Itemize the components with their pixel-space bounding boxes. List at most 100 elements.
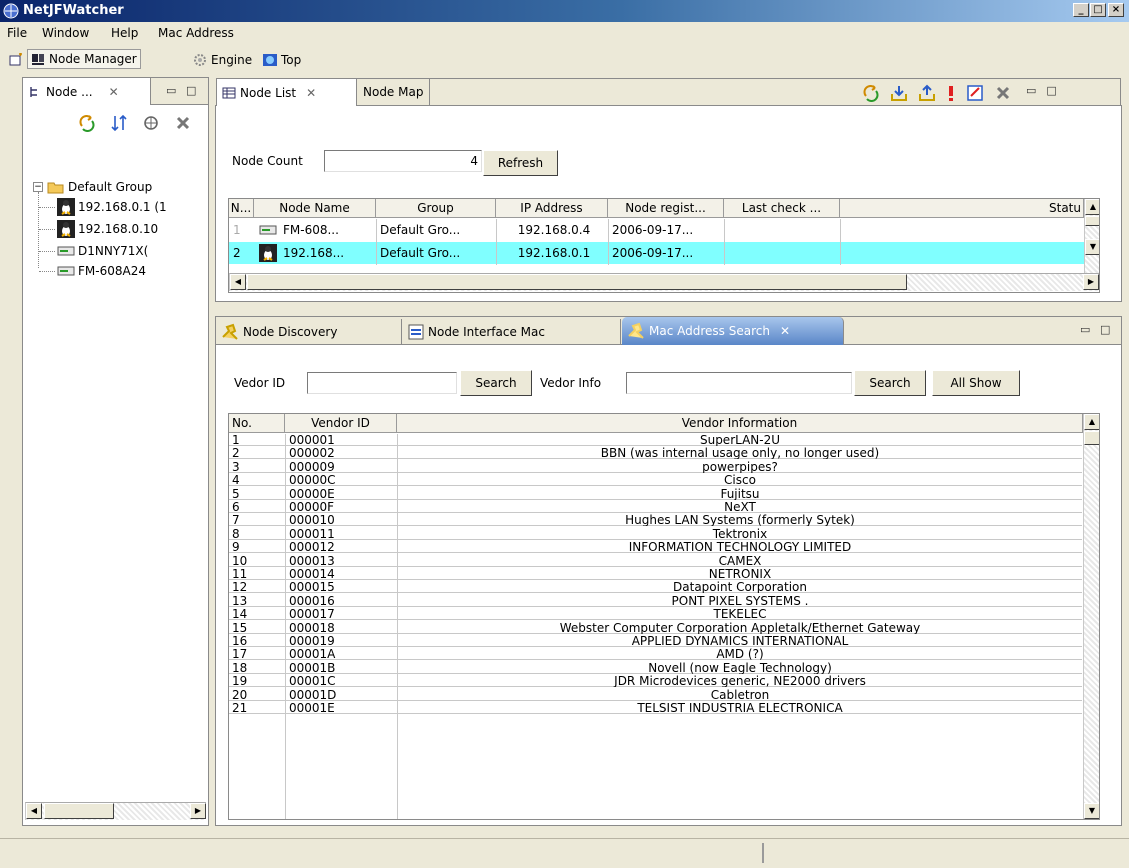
tree-node-label: 192.168.0.10 <box>78 222 159 236</box>
tab-node-interface-mac[interactable]: Node Interface Mac <box>403 319 621 345</box>
scroll-up-button[interactable]: ▲ <box>1085 199 1099 215</box>
table-row[interactable]: 9 000012 INFORMATION TECHNOLOGY LIMITED <box>229 541 1082 554</box>
col-vendor-no[interactable]: No. <box>229 414 285 433</box>
tree-node-item[interactable]: FM-608A24 <box>39 262 146 280</box>
tab-close-icon[interactable]: ✕ <box>109 85 119 99</box>
perspective-engine[interactable]: Engine <box>190 50 255 70</box>
menu-file[interactable]: File <box>7 26 27 40</box>
table-row[interactable]: 6 00000F NeXT <box>229 501 1082 513</box>
table-row[interactable]: 7 000010 Hughes LAN Systems (formerly Syte… <box>229 514 1082 527</box>
tree-node-item[interactable]: D1NNY71X( <box>39 242 148 260</box>
scroll-thumb[interactable] <box>1084 431 1099 445</box>
vendor-id-search-button[interactable]: Search <box>460 370 532 396</box>
table-row[interactable]: 5 00000E Fujitsu <box>229 488 1082 500</box>
vendor-id-input[interactable] <box>307 372 457 394</box>
collapse-icon[interactable]: − <box>33 182 43 192</box>
delete-icon[interactable] <box>174 114 192 132</box>
node-list-horizontal-scrollbar[interactable]: ◀ ▶ <box>229 273 1099 291</box>
table-row[interactable]: 1 000001 SuperLAN-2U <box>229 434 1082 446</box>
export-icon[interactable] <box>918 84 936 102</box>
tree-node-item[interactable]: 192.168.0.1 (1 <box>39 198 167 216</box>
network-icon[interactable] <box>142 114 160 132</box>
vendor-info-input[interactable] <box>626 372 852 394</box>
table-row[interactable]: 2 000002 BBN (was internal usage only, no … <box>229 447 1082 460</box>
table-row[interactable]: 11 000014 NETRONIX <box>229 568 1082 580</box>
minimize-view-icon[interactable]: ▭ <box>1080 323 1090 336</box>
open-perspective-button[interactable] <box>6 50 26 70</box>
scroll-right-button[interactable]: ▶ <box>190 803 206 819</box>
vendor-info-search-button[interactable]: Search <box>854 370 926 396</box>
menu-window[interactable]: Window <box>42 26 89 40</box>
maximize-view-icon[interactable]: □ <box>1046 84 1056 102</box>
maximize-button[interactable]: □ <box>1090 3 1106 17</box>
col-group[interactable]: Group <box>376 199 496 218</box>
maximize-view-icon[interactable]: □ <box>186 84 196 97</box>
col-node-regist[interactable]: Node regist... <box>608 199 724 218</box>
minimize-view-icon[interactable]: ▭ <box>166 84 176 97</box>
menu-mac-address[interactable]: Mac Address <box>158 26 234 40</box>
col-vendor-information[interactable]: Vendor Information <box>397 414 1083 433</box>
scroll-down-button[interactable]: ▼ <box>1085 239 1099 255</box>
table-row[interactable]: 21 00001E TELSIST INDUSTRIA ELECTRONICA <box>229 702 1082 714</box>
menu-help[interactable]: Help <box>111 26 138 40</box>
import-icon[interactable] <box>890 84 908 102</box>
alert-icon[interactable] <box>946 84 956 102</box>
minimize-button[interactable]: _ <box>1073 3 1089 17</box>
table-row[interactable]: 12 000015 Datapoint Corporation <box>229 581 1082 594</box>
close-button[interactable]: × <box>1108 3 1124 17</box>
node-list-vertical-scrollbar[interactable]: ▲ ▼ <box>1084 199 1099 273</box>
perspective-top[interactable]: Top <box>260 50 304 70</box>
table-row[interactable]: 20 00001D Cabletron <box>229 689 1082 701</box>
tab-mac-address-search[interactable]: Mac Address Search ✕ <box>622 317 844 345</box>
table-row[interactable]: 8 000011 Tektronix <box>229 528 1082 540</box>
col-vendor-id[interactable]: Vendor ID <box>285 414 397 433</box>
tree-group-default[interactable]: − Default Group <box>27 178 152 196</box>
node-list-table: N... Node Name Group IP Address Node reg… <box>228 198 1100 293</box>
table-row[interactable]: 15 000018 Webster Computer Corporation App… <box>229 622 1082 634</box>
refresh-button[interactable]: Refresh <box>483 150 558 176</box>
refresh-icon[interactable] <box>862 84 880 102</box>
node-edit-icon[interactable] <box>966 84 984 102</box>
tab-node-list[interactable]: Node List ✕ <box>217 79 357 106</box>
vendor-vertical-scrollbar[interactable]: ▲ ▼ <box>1083 414 1099 819</box>
tree-node-item[interactable]: 192.168.0.10 <box>39 220 158 238</box>
table-row[interactable]: 16 000019 APPLIED DYNAMICS INTERNATIONAL <box>229 635 1082 647</box>
table-row[interactable]: 18 00001B Novell (now Eagle Technology) <box>229 662 1082 674</box>
refresh-icon[interactable] <box>78 114 96 132</box>
minimize-view-icon[interactable]: ▭ <box>1026 84 1036 102</box>
table-row[interactable]: 14 000017 TEKELEC <box>229 608 1082 621</box>
tab-node-discovery[interactable]: Node Discovery <box>216 319 402 345</box>
col-status[interactable]: Statu <box>840 199 1084 218</box>
delete-icon[interactable] <box>994 84 1012 102</box>
scroll-thumb[interactable] <box>247 274 907 290</box>
maximize-view-icon[interactable]: □ <box>1100 323 1110 336</box>
col-ip-address[interactable]: IP Address <box>496 199 608 218</box>
table-row[interactable]: 19 00001C JDR Microdevices generic, NE2000… <box>229 675 1082 688</box>
scroll-down-button[interactable]: ▼ <box>1084 803 1099 819</box>
scroll-thumb[interactable] <box>1085 216 1099 226</box>
table-row[interactable]: 3 000009 powerpipes? <box>229 461 1082 473</box>
scroll-left-button[interactable]: ◀ <box>26 803 42 819</box>
col-no[interactable]: N... <box>229 199 254 218</box>
all-show-button[interactable]: All Show <box>932 370 1020 396</box>
perspective-node-manager[interactable]: Node Manager <box>27 49 141 69</box>
scroll-up-button[interactable]: ▲ <box>1084 414 1099 430</box>
table-row[interactable]: 4 00000C Cisco <box>229 474 1082 487</box>
scroll-right-button[interactable]: ▶ <box>1083 274 1099 290</box>
col-last-check[interactable]: Last check ... <box>724 199 840 218</box>
table-row[interactable]: 17 00001A AMD (?) <box>229 648 1082 661</box>
table-row[interactable]: 13 000016 PONT PIXEL SYSTEMS . <box>229 595 1082 607</box>
table-row-selected[interactable]: 2 192.168... Default Gro... 192.168.0.1 … <box>229 242 1084 264</box>
scroll-thumb[interactable] <box>44 803 114 819</box>
tab-close-icon[interactable]: ✕ <box>780 324 790 338</box>
tab-close-icon[interactable]: ✕ <box>306 86 316 100</box>
tree-horizontal-scrollbar[interactable]: ◀ ▶ <box>25 802 206 820</box>
col-node-name[interactable]: Node Name <box>254 199 376 218</box>
sort-icon[interactable] <box>110 114 128 132</box>
tab-node-map[interactable]: Node Map <box>358 79 430 105</box>
table-row[interactable]: 1 FM-608... Default Gro... 192.168.0.4 2… <box>229 219 1084 241</box>
table-row[interactable]: 10 000013 CAMEX <box>229 555 1082 567</box>
scroll-left-button[interactable]: ◀ <box>230 274 246 290</box>
linux-node-icon <box>57 220 75 238</box>
tab-node-tree[interactable]: Node ... ✕ <box>23 78 151 105</box>
